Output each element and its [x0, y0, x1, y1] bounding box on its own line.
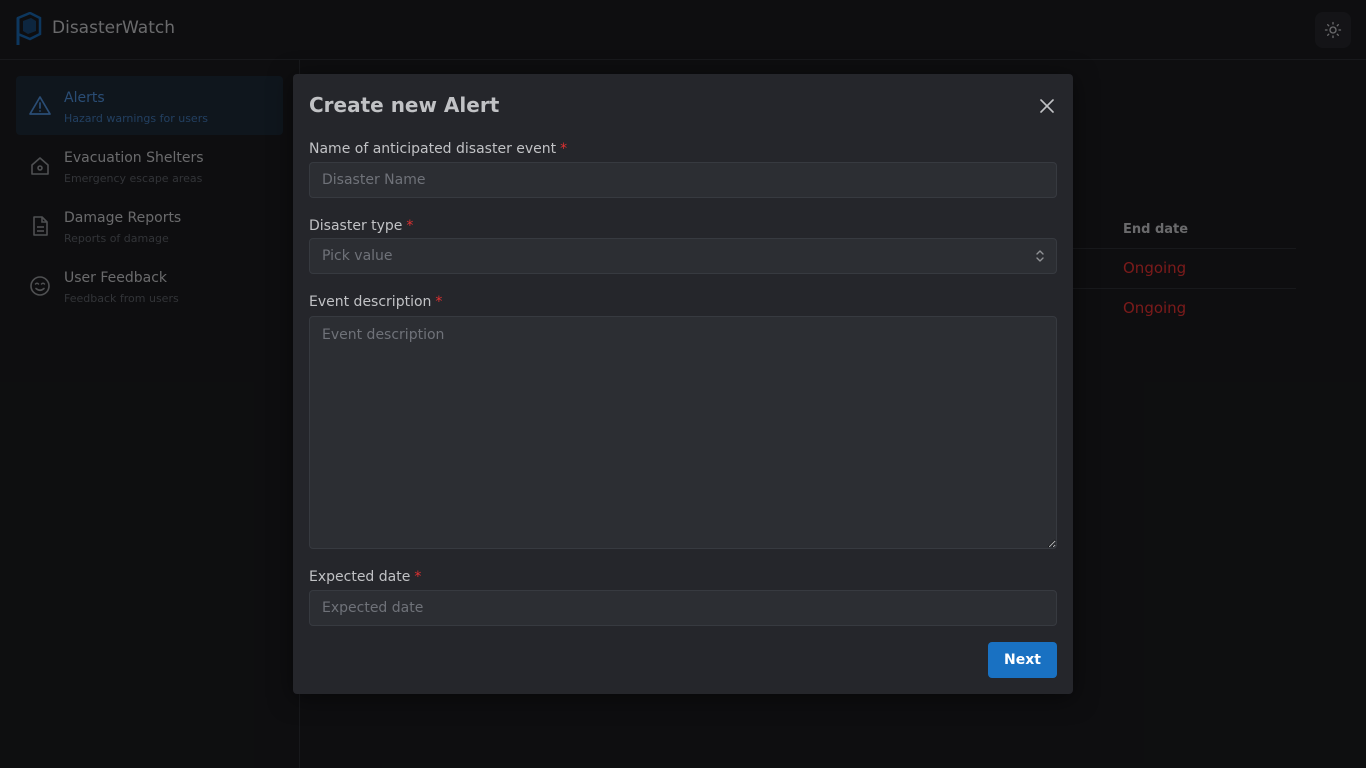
event-description-textarea[interactable]: [309, 316, 1057, 549]
close-icon: [1040, 99, 1054, 113]
chevron-up-down-icon: [1036, 250, 1044, 262]
label-text: Name of anticipated disaster event: [309, 141, 557, 157]
close-button[interactable]: [1037, 96, 1057, 116]
expected-date-label: Expected date *: [309, 569, 421, 585]
required-asterisk: *: [406, 218, 414, 234]
required-asterisk: *: [435, 294, 443, 310]
label-text: Event description: [309, 294, 432, 310]
label-text: Disaster type: [309, 218, 403, 234]
label-text: Expected date: [309, 569, 411, 585]
required-asterisk: *: [414, 569, 422, 585]
event-description-label: Event description *: [309, 294, 442, 310]
next-button[interactable]: Next: [988, 642, 1057, 678]
select-placeholder: Pick value: [322, 248, 393, 264]
disaster-name-label: Name of anticipated disaster event *: [309, 141, 567, 157]
disaster-type-select[interactable]: Pick value: [309, 238, 1057, 274]
disaster-name-input[interactable]: [309, 162, 1057, 198]
expected-date-input[interactable]: [309, 590, 1057, 626]
disaster-type-label: Disaster type *: [309, 218, 413, 234]
create-alert-modal: Create new Alert Name of anticipated dis…: [293, 74, 1073, 694]
modal-title: Create new Alert: [309, 93, 500, 117]
required-asterisk: *: [560, 141, 568, 157]
